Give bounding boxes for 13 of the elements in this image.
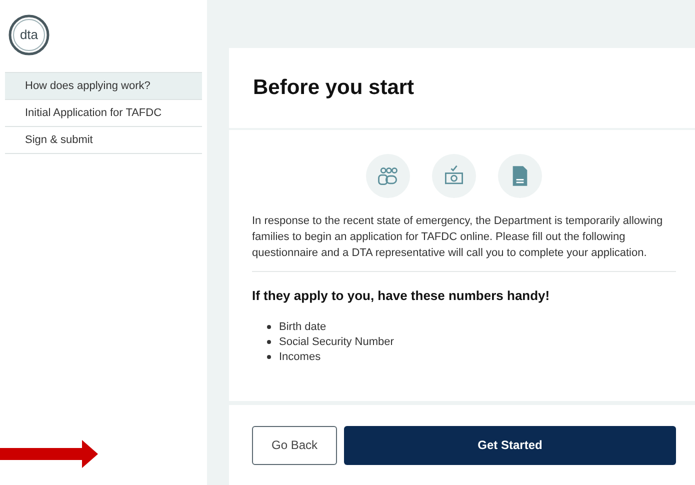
intro-paragraph: In response to the recent state of emergency, the Department is temporarily allowing families to begin an application for TAFDC online. Please fill out the following questionnaire and a DTA representative will call you to complete your application.	[252, 213, 676, 272]
checklist-item: Incomes	[279, 350, 321, 365]
get-started-button[interactable]: Get Started	[344, 426, 676, 464]
sidebar-item[interactable]: How does applying work?	[5, 73, 202, 100]
checklist-item: Social Security Number	[279, 334, 394, 350]
page-title: Before you start	[253, 75, 414, 102]
back-button[interactable]: Go Back	[252, 426, 337, 464]
bullet-icon	[267, 355, 271, 359]
checklist-item: Birth date	[279, 320, 326, 335]
logo: dta	[8, 14, 50, 56]
checklist-heading: If they apply to you, have these numbers handy!	[252, 287, 551, 305]
bullet-icon	[267, 340, 271, 344]
bullet-icon	[267, 325, 271, 329]
